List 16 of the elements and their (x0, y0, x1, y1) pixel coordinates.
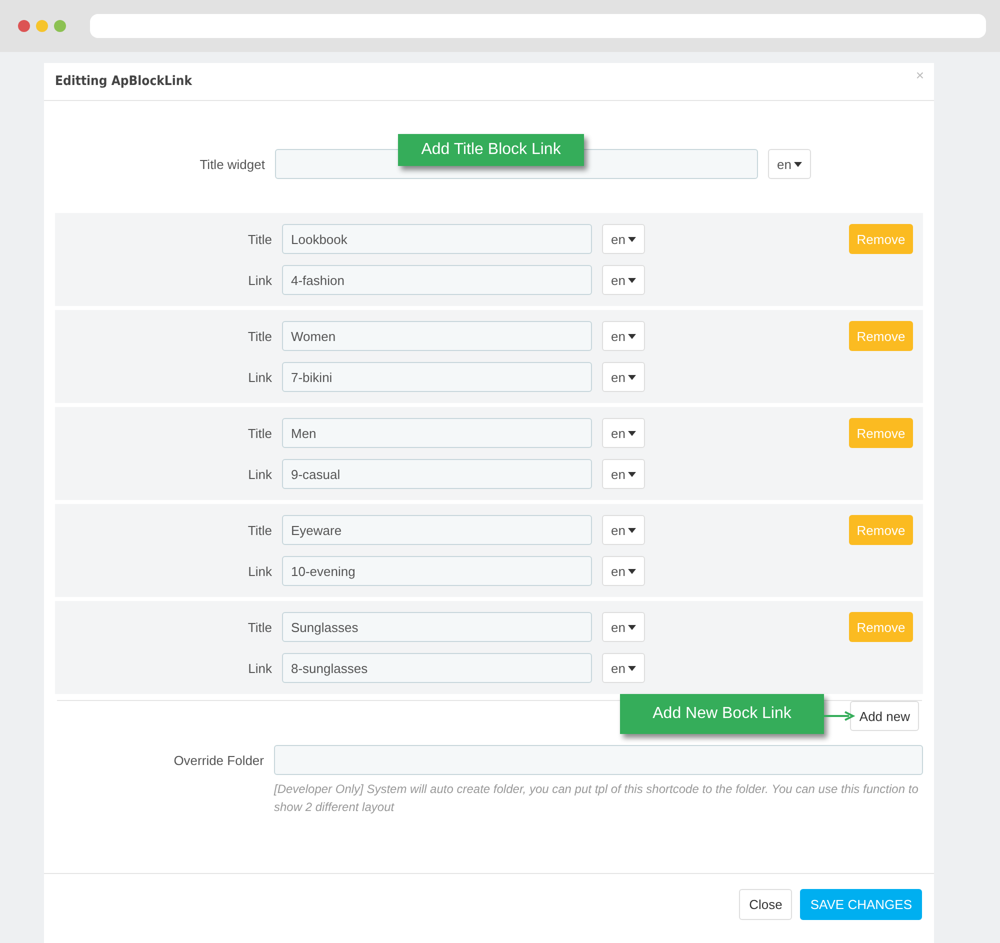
field-label: Link (247, 370, 273, 384)
field-label: Link (247, 272, 273, 288)
field-label: Link (247, 564, 273, 578)
dialog-title: Editting ApBlockLink (55, 74, 192, 89)
field-label: Title (246, 328, 273, 344)
field-label: Title (246, 620, 273, 634)
annotation-tooltip: Add New Bock Link (620, 694, 824, 734)
field-label: Title (246, 522, 273, 538)
field-label: Title widget (198, 156, 266, 172)
field-label: Link (247, 466, 273, 482)
annotation-tooltip: Add Title Block Link (398, 134, 584, 166)
field-label: Title (246, 426, 273, 440)
field-label: Link (247, 660, 273, 676)
field-label: Override Folder (172, 752, 265, 770)
field-label: Title (246, 232, 273, 246)
help-text: [Developer Only] System will auto create folder, you can put tpl of this shortcode to the folder. You can use this function to show 2 different layout (274, 781, 920, 816)
